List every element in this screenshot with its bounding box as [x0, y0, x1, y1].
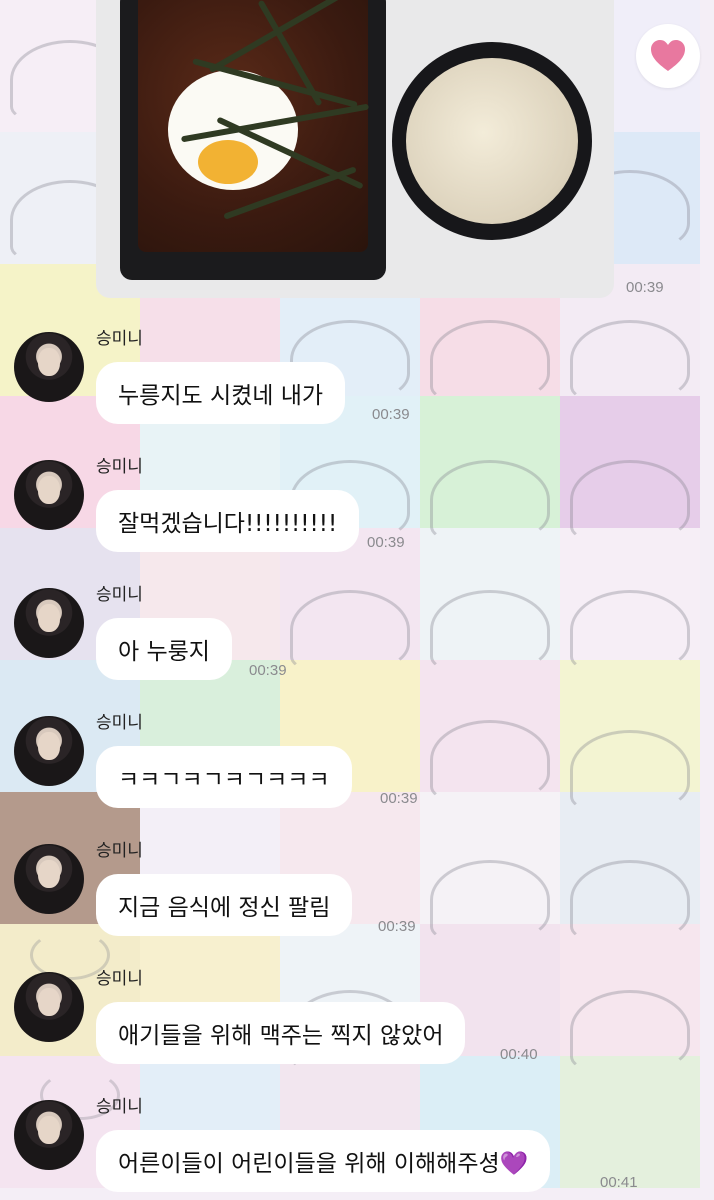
- sender-name: 승미니: [96, 969, 143, 989]
- sender-name: 승미니: [96, 585, 143, 605]
- message-timestamp: 00:40: [500, 1046, 538, 1063]
- nurungji-soup: [406, 58, 578, 224]
- message-bubble[interactable]: ㅋㅋㄱㅋㄱㅋㄱㅋㅋㅋ: [96, 746, 352, 808]
- message-bubble[interactable]: 애기들을 위해 맥주는 찍지 않았어: [96, 1002, 466, 1064]
- avatar[interactable]: [14, 588, 84, 658]
- message-bubble[interactable]: 지금 음식에 정신 팔림: [96, 874, 353, 936]
- shared-food-photo[interactable]: [96, 0, 614, 298]
- message-timestamp: 00:39: [378, 918, 416, 935]
- food-tray: [120, 0, 386, 280]
- heart-icon: [651, 40, 685, 71]
- message-timestamp: 00:39: [372, 406, 410, 423]
- sender-name: 승미니: [96, 841, 143, 861]
- message-bubble[interactable]: 잘먹겠습니다!!!!!!!!!!: [96, 490, 360, 552]
- message-bubble[interactable]: 누릉지도 시켰네 내가: [96, 362, 346, 424]
- avatar[interactable]: [14, 844, 84, 914]
- avatar[interactable]: [14, 716, 84, 786]
- sender-name: 승미니: [96, 1097, 143, 1117]
- sender-name: 승미니: [96, 457, 143, 477]
- message-bubble[interactable]: 아 누룽지: [96, 618, 232, 680]
- sender-name: 승미니: [96, 713, 143, 733]
- avatar[interactable]: [14, 460, 84, 530]
- message-timestamp: 00:39: [380, 790, 418, 807]
- photo-timestamp: 00:39: [626, 279, 664, 296]
- message-timestamp: 00:39: [249, 662, 287, 679]
- message-timestamp: 00:39: [367, 534, 405, 551]
- reaction-button[interactable]: [636, 24, 700, 88]
- avatar[interactable]: [14, 1100, 84, 1170]
- message-bubble[interactable]: 어른이들이 어린이들을 위해 이해해주셩💜: [96, 1130, 551, 1192]
- message-timestamp: 00:41: [600, 1174, 638, 1191]
- avatar[interactable]: [14, 332, 84, 402]
- avatar[interactable]: [14, 972, 84, 1042]
- sender-name: 승미니: [96, 329, 143, 349]
